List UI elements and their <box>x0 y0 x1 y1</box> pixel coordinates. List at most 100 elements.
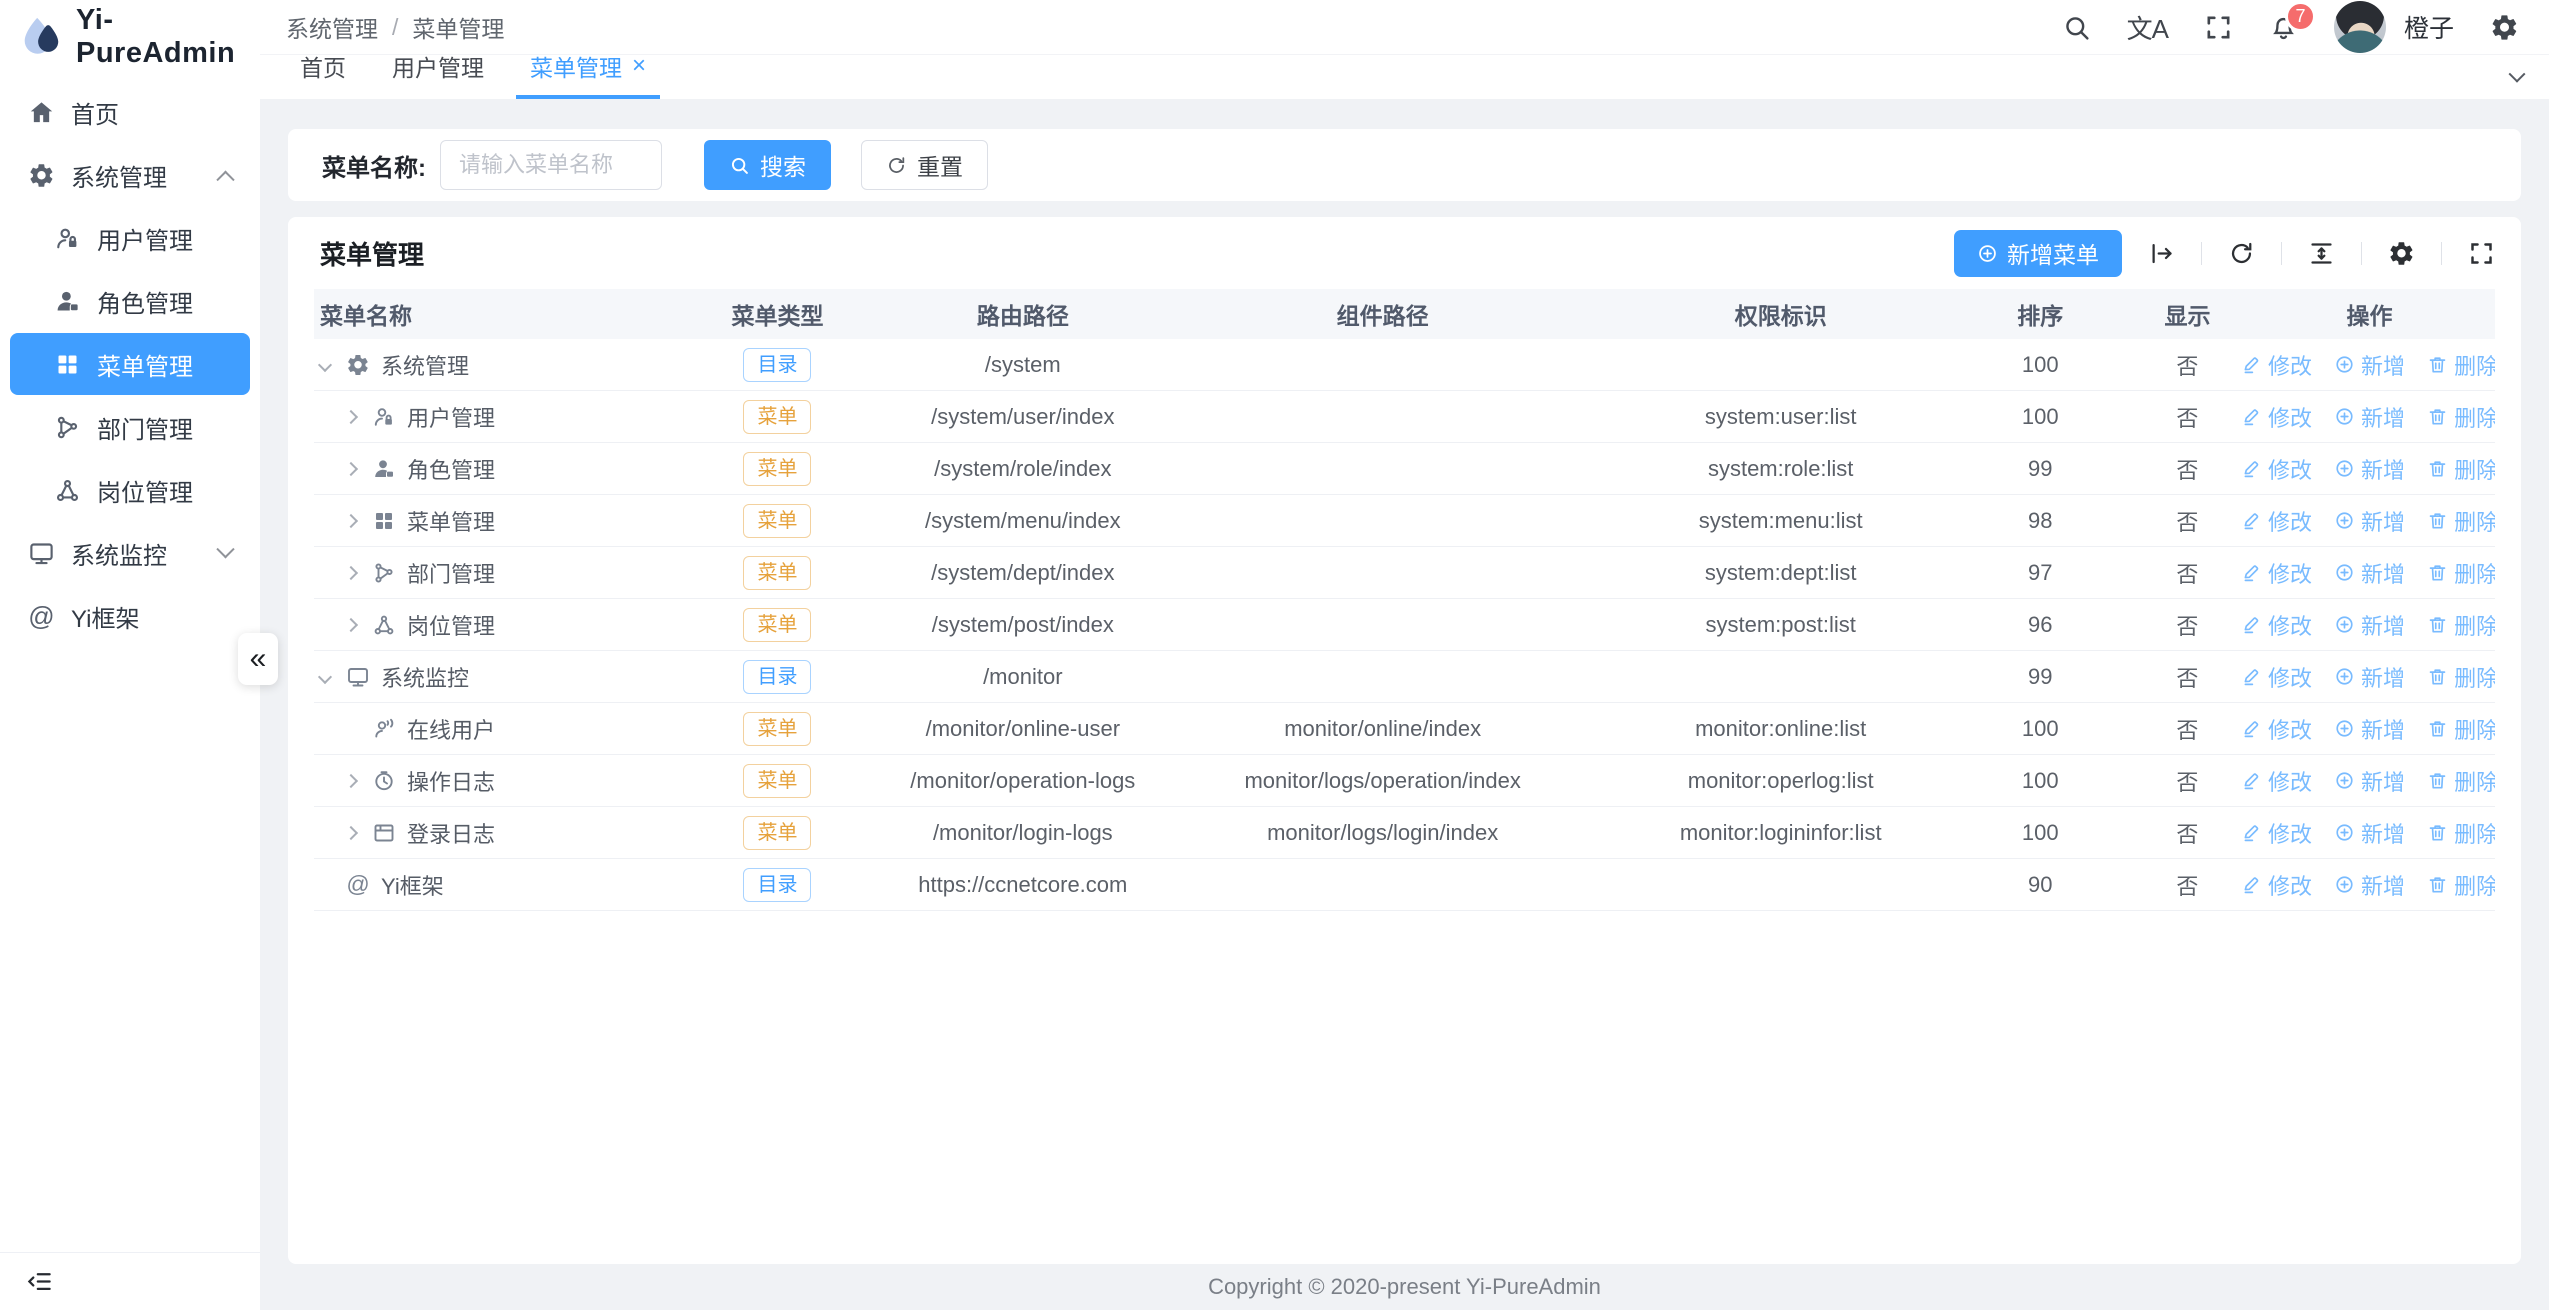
tab-menu-management[interactable]: 菜单管理× <box>516 49 660 99</box>
menu-name-input[interactable] <box>440 140 662 190</box>
edit-link[interactable]: 修改 <box>2244 661 2312 693</box>
sidebar-item-label: 首页 <box>71 95 119 130</box>
edit-link[interactable]: 修改 <box>2244 713 2312 745</box>
sidebar-item-system-monitor[interactable]: 系统监控 <box>10 522 250 584</box>
delete-link[interactable]: 删除 <box>2427 505 2495 537</box>
tab-home[interactable]: 首页 <box>286 49 360 99</box>
edit-link[interactable]: 修改 <box>2244 349 2312 381</box>
sidebar-item-role-management[interactable]: 角色管理 <box>10 270 250 332</box>
delete-link[interactable]: 删除 <box>2427 349 2495 381</box>
add-link[interactable]: 新增 <box>2334 713 2405 745</box>
delete-link[interactable]: 删除 <box>2427 661 2495 693</box>
edit-link[interactable]: 修改 <box>2244 505 2312 537</box>
table-cell: /monitor/operation-logs <box>892 768 1154 794</box>
delete-link[interactable]: 删除 <box>2427 453 2495 485</box>
add-link[interactable]: 新增 <box>2334 661 2405 693</box>
add-link[interactable]: 新增 <box>2334 869 2405 901</box>
edit-link[interactable]: 修改 <box>2244 453 2312 485</box>
add-link[interactable]: 新增 <box>2334 609 2405 641</box>
sidebar-item-yi-framework[interactable]: @Yi框架 <box>10 585 250 647</box>
table-cell: 菜单 <box>663 816 892 850</box>
sidebar-item-menu-management[interactable]: 菜单管理 <box>10 333 250 395</box>
add-link[interactable]: 新增 <box>2334 349 2405 381</box>
table-cell: system:role:list <box>1612 456 1950 482</box>
settings-gear-icon[interactable] <box>2490 13 2519 42</box>
sidebar-collapse-button[interactable]: « <box>238 633 278 685</box>
fullscreen-icon[interactable] <box>2204 13 2233 42</box>
row-expand-chevron-right[interactable] <box>346 776 372 786</box>
row-expand-chevron-down[interactable] <box>320 672 346 682</box>
edit-link[interactable]: 修改 <box>2244 557 2312 589</box>
row-expand-chevron-right[interactable] <box>346 412 372 422</box>
column-header: 排序 <box>1950 297 2131 331</box>
row-expand-chevron-down[interactable] <box>320 360 346 370</box>
delete-link[interactable]: 删除 <box>2427 817 2495 849</box>
add-link[interactable]: 新增 <box>2334 557 2405 589</box>
username[interactable]: 橙子 <box>2404 9 2454 45</box>
add-link[interactable]: 新增 <box>2334 401 2405 433</box>
search-icon[interactable] <box>2062 13 2091 42</box>
trash-icon <box>2427 614 2448 635</box>
avatar[interactable] <box>2334 1 2386 53</box>
table-cell: 否 <box>2131 661 2244 693</box>
add-link[interactable]: 新增 <box>2334 765 2405 797</box>
row-expand-chevron-right[interactable] <box>346 828 372 838</box>
delete-link[interactable]: 删除 <box>2427 401 2495 433</box>
add-menu-button[interactable]: 新增菜单 <box>1954 230 2122 277</box>
breadcrumb-item[interactable]: 系统管理 <box>286 10 378 44</box>
expand-all-icon[interactable] <box>2148 240 2175 267</box>
table-cell: 100 <box>1950 716 2131 742</box>
delete-link[interactable]: 删除 <box>2427 713 2495 745</box>
edit-link[interactable]: 修改 <box>2244 401 2312 433</box>
edit-link-label: 修改 <box>2268 765 2312 797</box>
delete-link[interactable]: 删除 <box>2427 557 2495 589</box>
add-link-label: 新增 <box>2361 349 2405 381</box>
language-icon[interactable]: 文A <box>2127 9 2168 46</box>
table-cell: 否 <box>2131 505 2244 537</box>
table-cell: @Yi框架 <box>314 869 663 901</box>
sidebar-item-home[interactable]: 首页 <box>10 81 250 143</box>
notification-bell-icon[interactable]: 7 <box>2269 13 2298 42</box>
delete-link[interactable]: 删除 <box>2427 869 2495 901</box>
row-expand-chevron-right[interactable] <box>346 516 372 526</box>
edit-link[interactable]: 修改 <box>2244 765 2312 797</box>
edit-link[interactable]: 修改 <box>2244 817 2312 849</box>
table-cell: 100 <box>1950 820 2131 846</box>
online-user-icon <box>372 717 396 741</box>
sidebar-item-dept-management[interactable]: 部门管理 <box>10 396 250 458</box>
table-cell: 修改 新增删除 <box>2244 349 2495 381</box>
row-density-icon[interactable] <box>2308 240 2335 267</box>
trash-icon <box>2427 666 2448 687</box>
reset-button[interactable]: 重置 <box>861 140 988 190</box>
sidebar-item-post-management[interactable]: 岗位管理 <box>10 459 250 521</box>
sidebar-item-system-management[interactable]: 系统管理 <box>10 144 250 206</box>
table-cell: 菜单 <box>663 556 892 590</box>
row-expand-chevron-right[interactable] <box>346 568 372 578</box>
refresh-icon[interactable] <box>2228 240 2255 267</box>
menu-type-tag: 目录 <box>743 348 811 382</box>
tabs-dropdown-icon[interactable] <box>2485 55 2549 99</box>
table-cell: system:post:list <box>1612 612 1950 638</box>
table-cell: 否 <box>2131 609 2244 641</box>
plus-circle-icon <box>2334 614 2355 635</box>
table-fullscreen-icon[interactable] <box>2468 240 2495 267</box>
row-expand-chevron-right[interactable] <box>346 620 372 630</box>
edit-link[interactable]: 修改 <box>2244 869 2312 901</box>
add-link[interactable]: 新增 <box>2334 817 2405 849</box>
add-link[interactable]: 新增 <box>2334 453 2405 485</box>
add-link[interactable]: 新增 <box>2334 505 2405 537</box>
sidebar-item-user-management[interactable]: 用户管理 <box>10 207 250 269</box>
column-settings-gear-icon[interactable] <box>2388 240 2415 267</box>
table-cell: system:menu:list <box>1612 508 1950 534</box>
row-expand-chevron-right[interactable] <box>346 464 372 474</box>
delete-link[interactable]: 删除 <box>2427 609 2495 641</box>
trash-icon <box>2427 406 2448 427</box>
close-tab-icon[interactable]: × <box>632 54 646 78</box>
table-cell: 否 <box>2131 817 2244 849</box>
trash-icon <box>2427 822 2448 843</box>
delete-link[interactable]: 删除 <box>2427 765 2495 797</box>
menu-fold-icon[interactable] <box>26 1268 53 1295</box>
tab-user-management[interactable]: 用户管理 <box>378 49 498 99</box>
search-button[interactable]: 搜索 <box>704 140 831 190</box>
edit-link[interactable]: 修改 <box>2244 609 2312 641</box>
